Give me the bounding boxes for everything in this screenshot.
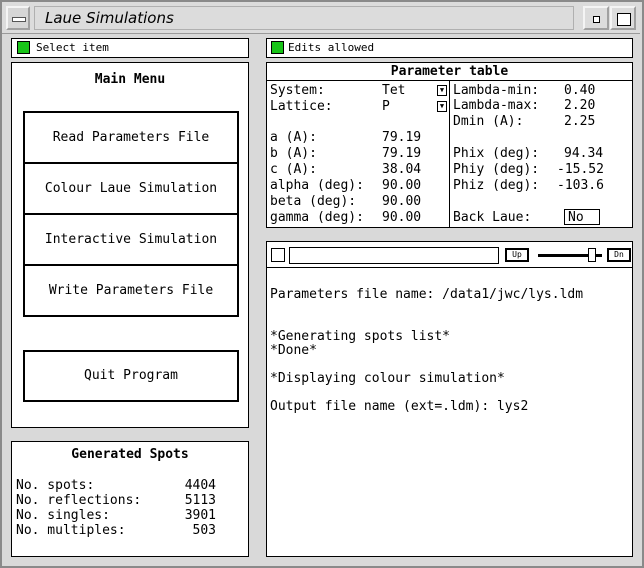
beta-value[interactable]: 90.00	[382, 194, 421, 210]
lambda-min-label: Lambda-min:	[453, 83, 540, 98]
cell-a-label: a (A):	[270, 130, 317, 145]
right-status-text: Edits allowed	[288, 41, 375, 54]
cell-c-value[interactable]: 38.04	[382, 162, 421, 178]
alpha-value[interactable]: 90.00	[382, 178, 421, 194]
cell-b-value[interactable]: 79.19	[382, 146, 421, 162]
spots-label: No. spots:	[16, 478, 95, 493]
maximize-icon	[617, 13, 631, 26]
system-value[interactable]: Tet	[382, 83, 405, 99]
table-column-divider	[449, 81, 450, 228]
window-title: Laue Simulations	[34, 6, 574, 30]
lambda-max-label: Lambda-max:	[453, 98, 540, 113]
console-line: *Done*	[270, 343, 317, 358]
left-status-text: Select item	[36, 41, 109, 54]
phiy-label: Phiy (deg):	[453, 162, 540, 177]
console-line: *Displaying colour simulation*	[270, 371, 505, 386]
lambda-max-value[interactable]: 2.20	[564, 98, 595, 114]
lattice-dropdown-arrow-icon[interactable]: ▼	[437, 101, 447, 112]
write-parameters-button[interactable]: Write Parameters File	[23, 264, 239, 317]
minimize-button[interactable]	[583, 6, 609, 30]
singles-label: No. singles:	[16, 508, 110, 523]
back-laue-toggle[interactable]: No	[564, 209, 600, 225]
scroll-up-label: Up	[512, 250, 522, 259]
lambda-min-value[interactable]: 0.40	[564, 83, 595, 99]
parameter-table-title: Parameter table	[390, 64, 509, 79]
read-parameters-button[interactable]: Read Parameters File	[23, 111, 239, 164]
singles-value: 3901	[184, 508, 216, 523]
minimize-icon	[593, 16, 600, 23]
dmin-value[interactable]: 2.25	[564, 114, 595, 130]
cell-c-label: c (A):	[270, 162, 317, 177]
lattice-value[interactable]: P	[382, 99, 390, 115]
colour-laue-simulation-label: Colour Laue Simulation	[44, 181, 218, 196]
command-input[interactable]	[289, 247, 499, 264]
maximize-button[interactable]	[610, 6, 636, 30]
system-dropdown-arrow-icon[interactable]: ▼	[437, 85, 447, 96]
phix-label: Phix (deg):	[453, 146, 540, 161]
interactive-simulation-label: Interactive Simulation	[44, 232, 218, 247]
lattice-label: Lattice:	[270, 99, 333, 114]
scroll-slider-thumb[interactable]	[588, 248, 597, 262]
cell-b-label: b (A):	[270, 146, 317, 161]
phiy-value[interactable]: -15.52	[557, 162, 604, 178]
scroll-down-button[interactable]: Dn	[607, 248, 631, 262]
alpha-label: alpha (deg):	[270, 178, 364, 193]
reflections-label: No. reflections:	[16, 493, 142, 508]
generated-spots-title: Generated Spots	[71, 447, 189, 462]
phiz-value[interactable]: -103.6	[557, 178, 604, 194]
read-parameters-label: Read Parameters File	[52, 130, 210, 145]
parameter-table-panel: Parameter table System: Tet ▼ Lattice: P…	[266, 62, 633, 228]
interactive-simulation-button[interactable]: Interactive Simulation	[23, 213, 239, 266]
generated-spots-panel: Generated Spots No. spots: 4404 No. refl…	[11, 441, 249, 557]
status-indicator-icon	[17, 41, 30, 54]
write-parameters-label: Write Parameters File	[48, 283, 214, 298]
console-checkbox[interactable]	[271, 248, 285, 262]
multiples-value: 503	[192, 523, 216, 538]
scroll-up-button[interactable]: Up	[505, 248, 529, 262]
window-menu-button[interactable]	[6, 6, 30, 30]
left-status-bar: Select item	[11, 38, 249, 58]
menu-bar-icon	[12, 17, 26, 22]
quit-program-button[interactable]: Quit Program	[23, 350, 239, 402]
cell-a-value[interactable]: 79.19	[382, 130, 421, 146]
right-status-bar: Edits allowed	[266, 38, 633, 58]
reflections-value: 5113	[184, 493, 216, 508]
phix-value[interactable]: 94.34	[564, 146, 603, 162]
colour-laue-simulation-button[interactable]: Colour Laue Simulation	[23, 162, 239, 215]
gamma-value[interactable]: 90.00	[382, 210, 421, 226]
console-toolbar-divider	[267, 267, 632, 268]
scroll-down-label: Dn	[614, 250, 624, 259]
quit-program-label: Quit Program	[84, 368, 178, 383]
back-laue-label: Back Laue:	[453, 210, 532, 225]
main-menu-panel: Main Menu Read Parameters File Colour La…	[11, 62, 249, 428]
gamma-label: gamma (deg):	[270, 210, 364, 225]
beta-label: beta (deg):	[270, 194, 357, 209]
main-menu-title: Main Menu	[94, 72, 166, 87]
phiz-label: Phiz (deg):	[453, 178, 540, 193]
console-line: Output file name (ext=.ldm): lys2	[270, 399, 529, 414]
console-panel: Up Dn Parameters file name: /data1/jwc/l…	[266, 241, 633, 557]
console-line: Parameters file name: /data1/jwc/lys.ldm	[270, 287, 584, 302]
spots-value: 4404	[184, 478, 216, 493]
system-label: System:	[270, 83, 325, 98]
multiples-label: No. multiples:	[16, 523, 126, 538]
edits-indicator-icon	[271, 41, 284, 54]
dmin-label: Dmin (A):	[453, 114, 524, 129]
